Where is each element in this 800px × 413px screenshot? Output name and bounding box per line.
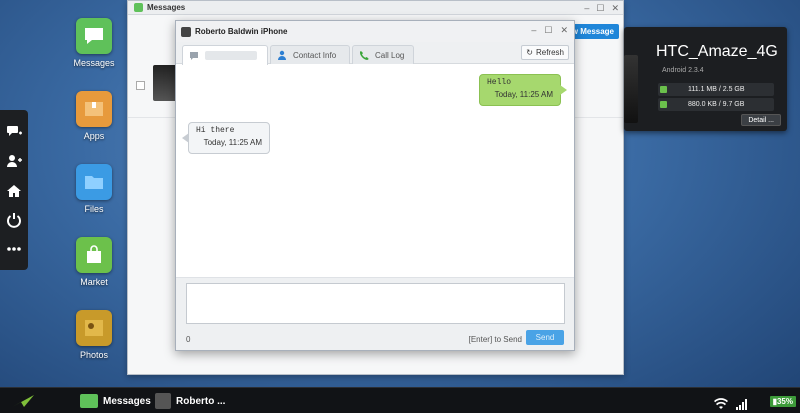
tab-call-log[interactable]: Call Log (352, 45, 414, 64)
device-panel: HTC_Amaze_4G Android 2.3.4 111.1 MB / 2.… (624, 27, 787, 131)
maximize-icon[interactable]: ☐ (544, 25, 552, 36)
message-text: Hello (487, 78, 512, 87)
conversation-area: Hello Today, 11:25 AM Hi there Today, 11… (176, 65, 574, 277)
refresh-icon: ↻ (526, 48, 533, 57)
char-counter: 0 (186, 335, 191, 344)
desktop-app-market[interactable]: Market (68, 237, 120, 287)
sd-card-icon (660, 86, 667, 93)
chat-titlebar: Roberto Baldwin iPhone (176, 21, 574, 42)
box-icon (76, 91, 112, 127)
avatar-icon (155, 393, 171, 409)
chat-window-controls: – ☐ ✕ (531, 25, 568, 36)
outgoing-message: Hello Today, 11:25 AM (479, 74, 567, 106)
send-hint: [Enter] to Send (468, 335, 522, 344)
tab-call-log-label: Call Log (375, 50, 405, 60)
left-dock (0, 110, 28, 270)
shopping-bag-icon (76, 237, 112, 273)
message-time: Today, 11:25 AM (494, 90, 553, 99)
photo-icon (76, 310, 112, 346)
message-text: Hi there (196, 126, 235, 135)
messages-window-title: Messages (147, 3, 186, 12)
add-user-icon[interactable] (3, 150, 25, 172)
storage-sd: 111.1 MB / 2.5 GB (658, 83, 774, 96)
speech-bubble-icon (76, 18, 112, 54)
desktop-app-apps[interactable]: Apps (68, 91, 120, 141)
contact-name-field (205, 51, 257, 60)
folder-icon (76, 164, 112, 200)
more-icon[interactable] (3, 238, 25, 260)
minimize-icon[interactable]: – (531, 25, 536, 36)
wifi-icon (714, 395, 728, 413)
desktop-app-files[interactable]: Files (68, 164, 120, 214)
app-label: Apps (83, 131, 105, 141)
taskbar-item-label: Messages (103, 395, 151, 407)
desktop-app-photos[interactable]: Photos (68, 310, 120, 360)
power-icon[interactable] (3, 209, 25, 231)
device-name: HTC_Amaze_4G (656, 43, 778, 60)
message-time: Today, 11:25 AM (203, 138, 262, 147)
app-label: Messages (73, 58, 115, 68)
app-label: Files (84, 204, 104, 214)
compose-area: 0 [Enter] to Send Send (176, 277, 574, 350)
conversation-checkbox[interactable] (136, 81, 145, 90)
device-os: Android 2.3.4 (662, 67, 704, 74)
chat-plus-icon[interactable] (3, 120, 25, 142)
signal-icon (735, 395, 749, 413)
avatar (153, 65, 177, 101)
chat-title: Roberto Baldwin iPhone (195, 27, 288, 36)
avatar-icon (181, 26, 191, 37)
chat-tabbar: Contact Info Call Log ↻ Refresh (176, 42, 574, 65)
contact-icon (278, 50, 286, 60)
close-icon[interactable]: ✕ (611, 3, 619, 14)
refresh-label: Refresh (535, 48, 564, 57)
taskbar: Messages Roberto ... ▮ 35% (0, 387, 800, 413)
speech-bubble-icon (134, 3, 143, 12)
home-icon[interactable] (3, 180, 25, 202)
storage-internal: 880.0 KB / 9.7 GB (658, 98, 774, 111)
chat-window: Roberto Baldwin iPhone – ☐ ✕ Contact Inf… (175, 20, 575, 351)
app-label: Photos (79, 350, 109, 360)
taskbar-item-label: Roberto ... (176, 395, 226, 407)
tab-contact-info-label: Contact Info (293, 50, 337, 60)
app-label: Market (80, 277, 108, 287)
detail-button[interactable]: Detail ... (741, 114, 781, 126)
desktop-app-messages[interactable]: Messages (68, 18, 120, 68)
phone-icon (624, 55, 638, 123)
message-input[interactable] (186, 283, 565, 324)
tab-contact-info[interactable]: Contact Info (270, 45, 350, 64)
taskbar-item-messages[interactable]: Messages (80, 392, 151, 410)
messages-window-titlebar: Messages (128, 1, 623, 15)
tab-conversation[interactable] (182, 45, 268, 65)
incoming-message: Hi there Today, 11:25 AM (182, 122, 270, 154)
storage-sd-text: 111.1 MB / 2.5 GB (688, 86, 745, 93)
battery-indicator: ▮ 35% (769, 396, 796, 407)
battery-level: 35% (776, 397, 793, 406)
start-logo-icon[interactable] (10, 392, 36, 410)
phone-icon (359, 51, 369, 60)
minimize-icon[interactable]: – (584, 3, 589, 13)
window-controls: – ☐ ✕ (584, 1, 619, 15)
taskbar-item-chat[interactable]: Roberto ... (155, 392, 225, 410)
storage-internal-text: 880.0 KB / 9.7 GB (688, 101, 745, 108)
maximize-icon[interactable]: ☐ (596, 3, 604, 14)
close-icon[interactable]: ✕ (560, 25, 568, 36)
memory-icon (660, 101, 667, 108)
speech-bubble-icon (80, 394, 98, 408)
refresh-button[interactable]: ↻ Refresh (521, 45, 569, 60)
chat-icon (190, 51, 198, 60)
send-button[interactable]: Send (526, 330, 564, 345)
